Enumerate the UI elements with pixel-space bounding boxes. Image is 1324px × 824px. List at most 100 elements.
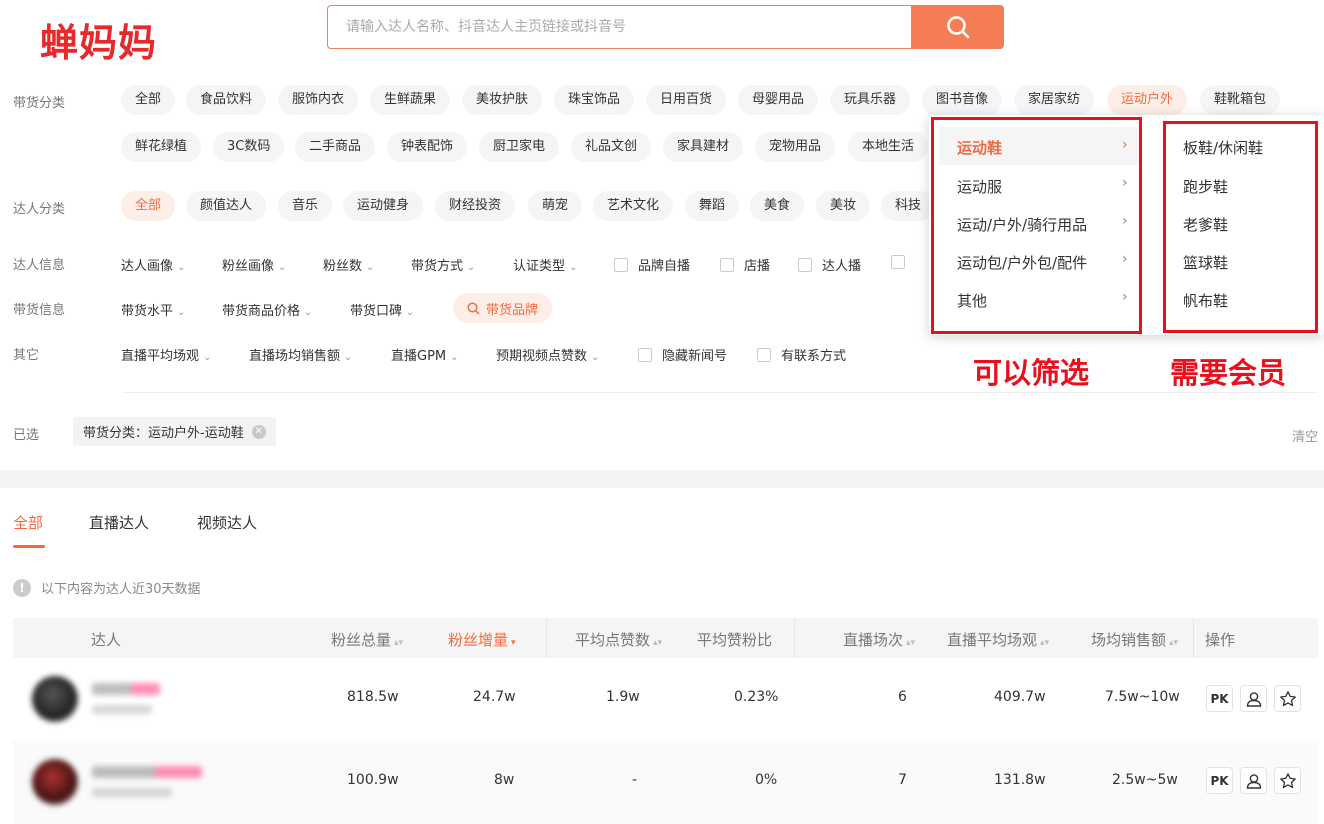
goods-row-label: 带货信息 <box>13 303 66 318</box>
dropdown-gpm[interactable]: 直播GPM ⌄ <box>391 345 459 364</box>
talent-chip[interactable]: 音乐 <box>278 191 333 221</box>
brand-filter-button[interactable]: 带货品牌 <box>453 293 552 323</box>
dropdown-sales-method[interactable]: 带货方式 ⌄ <box>411 255 475 274</box>
category-chip[interactable]: 食品饮料 <box>186 85 267 115</box>
category-chip-active[interactable]: 运动户外 <box>1107 85 1188 115</box>
dropdown-fan-profile[interactable]: 粉丝画像 ⌄ <box>222 255 286 274</box>
user-icon <box>1246 691 1261 707</box>
dropdown-avg-sales[interactable]: 直播场均销售额 ⌄ <box>249 345 352 364</box>
sort-icon[interactable]: ▾ <box>511 638 516 648</box>
selected-filter-tag: 带货分类：运动户外-运动鞋 ✕ <box>73 417 276 446</box>
category-chip[interactable]: 日用百货 <box>646 85 727 115</box>
dropdown-label: 预期视频点赞数 <box>496 349 588 364</box>
category-chip[interactable]: 鞋靴箱包 <box>1200 85 1281 115</box>
checkbox-store-live[interactable]: 店播 <box>720 255 770 274</box>
close-icon[interactable]: ✕ <box>251 424 266 439</box>
dropdown-reputation[interactable]: 带货口碑 ⌄ <box>350 300 414 319</box>
contact-button[interactable] <box>1240 767 1267 794</box>
checkbox-box[interactable] <box>614 257 628 272</box>
header-fans-growth[interactable]: 粉丝增量 ▾ <box>448 629 516 650</box>
category-chip[interactable]: 图书音像 <box>922 85 1003 115</box>
category-chip[interactable]: 母婴用品 <box>738 85 819 115</box>
talent-chip[interactable]: 颜值达人 <box>186 191 267 221</box>
talent-chip-all[interactable]: 全部 <box>121 191 176 221</box>
header-fans-total[interactable]: 粉丝总量 ▴▾ <box>331 629 403 650</box>
dropdown-label: 直播GPM <box>391 349 447 364</box>
dropdown-video-likes[interactable]: 预期视频点赞数 ⌄ <box>496 345 599 364</box>
checkbox-has-contact[interactable]: 有联系方式 <box>757 345 846 364</box>
checkbox-talent-live[interactable]: 达人播 <box>798 255 861 274</box>
header-avg-views[interactable]: 直播平均场观 ▴▾ <box>947 629 1049 650</box>
cell-fans-growth: 8w <box>494 772 515 788</box>
favorite-button[interactable] <box>1274 685 1301 712</box>
avatar[interactable] <box>32 759 78 805</box>
tab-all[interactable]: 全部 <box>13 512 43 533</box>
dropdown-cert-type[interactable]: 认证类型 ⌄ <box>513 255 577 274</box>
talent-chip[interactable]: 美食 <box>750 191 805 221</box>
talent-chip[interactable]: 运动健身 <box>343 191 424 221</box>
cell-like-fan-ratio: 0.23% <box>734 689 779 705</box>
dropdown-talent-profile[interactable]: 达人画像 ⌄ <box>121 255 185 274</box>
tab-video-talent[interactable]: 视频达人 <box>197 512 257 533</box>
talent-chip[interactable]: 财经投资 <box>435 191 516 221</box>
category-chip[interactable]: 宠物用品 <box>755 132 836 162</box>
header-avg-likes[interactable]: 平均点赞数 ▴▾ <box>575 629 662 650</box>
category-chip[interactable]: 二手商品 <box>295 132 376 162</box>
search-input[interactable] <box>328 6 912 48</box>
category-chip[interactable]: 本地生活 <box>848 132 929 162</box>
category-chip[interactable]: 美妆护肤 <box>462 85 543 115</box>
checkbox-box[interactable] <box>757 347 771 362</box>
dropdown-goods-price[interactable]: 带货商品价格 ⌄ <box>222 300 312 319</box>
search-button[interactable] <box>911 5 1004 49</box>
category-chip[interactable]: 家居家纺 <box>1014 85 1095 115</box>
category-chip[interactable]: 礼品文创 <box>571 132 652 162</box>
category-chip[interactable]: 玩具乐器 <box>830 85 911 115</box>
category-chip-all[interactable]: 全部 <box>121 85 176 115</box>
chevron-down-icon: ⌄ <box>203 352 212 363</box>
category-chip[interactable]: 3C数码 <box>213 132 285 162</box>
dropdown-sales-level[interactable]: 带货水平 ⌄ <box>121 300 185 319</box>
category-chip[interactable]: 生鲜蔬果 <box>370 85 451 115</box>
category-chip[interactable]: 钟表配饰 <box>387 132 468 162</box>
checkbox-box[interactable] <box>638 347 652 362</box>
header-live-count[interactable]: 直播场次 ▴▾ <box>843 629 915 650</box>
category-chip[interactable]: 鲜花绿植 <box>121 132 202 162</box>
talent-chip[interactable]: 科技 <box>881 191 936 221</box>
favorite-button[interactable] <box>1274 767 1301 794</box>
sort-icon[interactable]: ▴▾ <box>1169 638 1178 648</box>
tab-live-talent[interactable]: 直播达人 <box>89 512 149 533</box>
talent-chip[interactable]: 萌宠 <box>528 191 583 221</box>
dropdown-avg-views[interactable]: 直播平均场观 ⌄ <box>121 345 211 364</box>
checkbox-box[interactable] <box>798 257 812 272</box>
talent-chip[interactable]: 美妆 <box>816 191 871 221</box>
checkbox-brand-live[interactable]: 品牌自播 <box>614 255 690 274</box>
talent-name-blurred[interactable] <box>92 683 160 695</box>
sort-icon[interactable]: ▴▾ <box>653 638 662 648</box>
pk-button[interactable]: PK <box>1206 685 1233 712</box>
clear-filters-button[interactable]: 清空 <box>1292 426 1318 445</box>
category-chip[interactable]: 珠宝饰品 <box>554 85 635 115</box>
sort-icon[interactable]: ▴▾ <box>1040 638 1049 648</box>
checkbox-box[interactable] <box>720 257 734 272</box>
contact-button[interactable] <box>1240 685 1267 712</box>
avatar[interactable] <box>32 676 78 722</box>
talent-chip[interactable]: 艺术文化 <box>593 191 674 221</box>
pk-button[interactable]: PK <box>1206 767 1233 794</box>
sort-icon[interactable]: ▴▾ <box>906 638 915 648</box>
talent-name-blurred[interactable] <box>92 766 202 778</box>
sort-icon[interactable]: ▴▾ <box>394 638 403 648</box>
checkbox-box[interactable] <box>891 255 905 269</box>
category-chip[interactable]: 服饰内衣 <box>278 85 359 115</box>
dropdown-fan-count[interactable]: 粉丝数 ⌄ <box>323 255 374 274</box>
talent-chip[interactable]: 舞蹈 <box>685 191 740 221</box>
checkbox-hide-news[interactable]: 隐藏新闻号 <box>638 345 727 364</box>
category-chip[interactable]: 家具建材 <box>663 132 744 162</box>
header-like-fan-ratio: 平均赞粉比 <box>697 631 773 649</box>
category-chip[interactable]: 厨卫家电 <box>479 132 560 162</box>
logo[interactable]: 蝉妈妈 <box>40 12 157 67</box>
checkbox-partial[interactable] <box>891 255 915 269</box>
dropdown-label: 达人画像 <box>121 259 174 274</box>
chevron-down-icon: ⌄ <box>450 352 459 363</box>
header-avg-sales[interactable]: 场均销售额 ▴▾ <box>1091 629 1178 650</box>
talent-id-blurred <box>92 788 172 797</box>
